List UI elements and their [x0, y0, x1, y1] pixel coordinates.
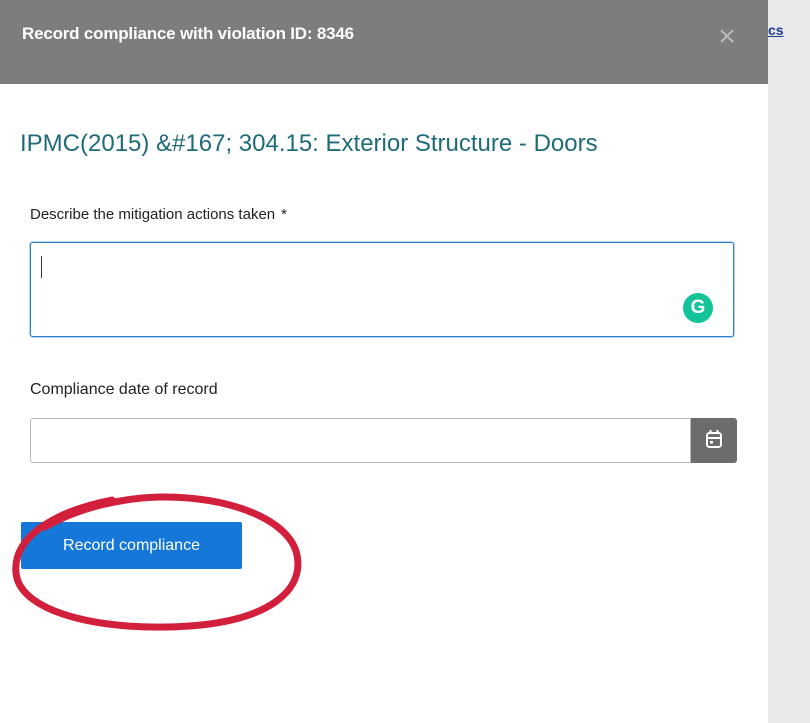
calendar-button[interactable]	[691, 418, 737, 463]
required-marker: *	[281, 206, 287, 223]
mitigation-textarea[interactable]	[30, 242, 734, 337]
modal-header: Record compliance with violation ID: 834…	[0, 0, 768, 84]
record-compliance-modal: Record compliance with violation ID: 834…	[0, 0, 768, 723]
record-compliance-button[interactable]: Record compliance	[21, 522, 242, 569]
text-caret	[41, 256, 42, 278]
compliance-date-label: Compliance date of record	[30, 381, 218, 398]
calendar-icon	[706, 430, 722, 448]
mitigation-label: Describe the mitigation actions taken *	[30, 206, 287, 223]
mitigation-label-text: Describe the mitigation actions taken	[30, 206, 276, 223]
compliance-date-input[interactable]	[30, 418, 691, 463]
close-icon[interactable]: ×	[714, 22, 740, 52]
violation-heading: IPMC(2015) &#167; 304.15: Exterior Struc…	[20, 130, 598, 157]
grammarly-icon[interactable]: G	[683, 293, 713, 323]
background-page: pla	[768, 0, 810, 723]
background-link[interactable]: cs	[768, 22, 784, 38]
modal-title: Record compliance with violation ID: 834…	[22, 24, 354, 43]
